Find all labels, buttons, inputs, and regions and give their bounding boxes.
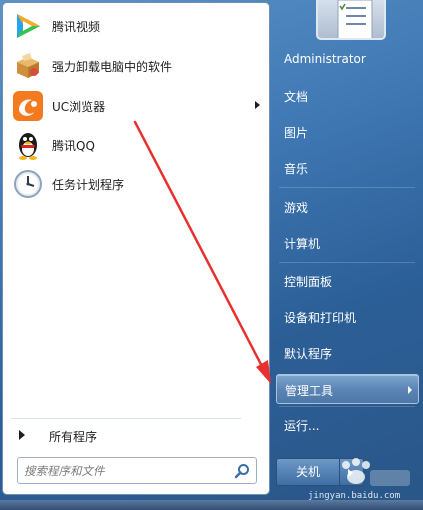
right-panel-separator — [279, 187, 415, 188]
search-box[interactable] — [17, 457, 257, 484]
right-item-label: 控制面板 — [284, 275, 333, 289]
qq-penguin-icon — [19, 133, 37, 160]
uc-browser-icon — [13, 91, 43, 121]
right-item-label: 默认程序 — [284, 347, 333, 361]
uninstaller-box-icon — [17, 53, 39, 78]
program-label: 强力卸载电脑中的软件 — [52, 60, 173, 74]
right-item-administrator[interactable]: Administrator — [276, 45, 419, 75]
program-item-tencent-video[interactable]: 腾讯视频 — [6, 7, 268, 45]
user-account-picture[interactable] — [316, 0, 386, 40]
taskbar — [0, 500, 423, 510]
right-item-label: 计算机 — [284, 237, 321, 251]
right-item-pictures[interactable]: 图片 — [276, 117, 419, 147]
right-item-default-programs[interactable]: 默认程序 — [276, 338, 419, 368]
submenu-arrow-icon — [255, 101, 260, 109]
right-item-documents[interactable]: 文档 — [276, 81, 419, 111]
right-item-label: 运行... — [284, 419, 320, 433]
right-panel-separator — [279, 406, 415, 407]
program-item-uc-browser[interactable]: UC浏览器 — [6, 87, 268, 125]
task-scheduler-clock-icon — [14, 170, 42, 198]
right-item-games[interactable]: 游戏 — [276, 192, 419, 222]
right-item-run[interactable]: 运行... — [276, 410, 419, 440]
right-item-label: 文档 — [284, 90, 309, 104]
right-item-control-panel[interactable]: 控制面板 — [276, 266, 419, 296]
search-icon[interactable] — [234, 463, 250, 479]
right-item-music[interactable]: 音乐 — [276, 153, 419, 183]
right-item-administrative-tools[interactable]: 管理工具 — [276, 374, 419, 404]
shutdown-button[interactable]: 关机 — [276, 458, 340, 486]
program-list-divider — [11, 418, 241, 419]
all-programs-arrow-icon — [19, 430, 25, 440]
all-programs-label: 所有程序 — [49, 430, 98, 444]
right-item-label: 图片 — [284, 126, 309, 140]
all-programs-button[interactable]: 所有程序 — [13, 424, 263, 448]
right-item-label: 管理工具 — [285, 384, 334, 398]
program-item-task-scheduler[interactable]: 任务计划程序 — [6, 165, 268, 203]
right-item-label: 音乐 — [284, 162, 309, 176]
submenu-arrow-icon — [408, 386, 412, 394]
search-input[interactable] — [24, 462, 229, 480]
shutdown-options-button[interactable] — [340, 458, 364, 486]
program-label: 腾讯视频 — [52, 20, 101, 34]
program-label: UC浏览器 — [52, 100, 106, 114]
program-item-uninstaller[interactable]: 强力卸载电脑中的软件 — [6, 47, 268, 85]
right-panel-separator — [279, 262, 415, 263]
shutdown-options-arrow-icon — [348, 469, 353, 477]
right-item-devices-printers[interactable]: 设备和打印机 — [276, 302, 419, 332]
tencent-video-icon — [17, 14, 40, 38]
right-item-label: Administrator — [284, 52, 366, 66]
program-label: 任务计划程序 — [52, 178, 125, 192]
right-item-label: 设备和打印机 — [284, 311, 357, 325]
program-item-tencent-qq[interactable]: 腾讯QQ — [6, 126, 268, 164]
right-item-computer[interactable]: 计算机 — [276, 228, 419, 258]
program-label: 腾讯QQ — [52, 139, 95, 153]
start-menu-programs-panel: 腾讯视频 强力卸载电脑中的软件 UC浏览器 腾讯QQ 任务计划程序 所有程序 — [2, 2, 270, 495]
right-item-label: 游戏 — [284, 201, 309, 215]
user-picture-checklist-icon — [337, 0, 373, 38]
